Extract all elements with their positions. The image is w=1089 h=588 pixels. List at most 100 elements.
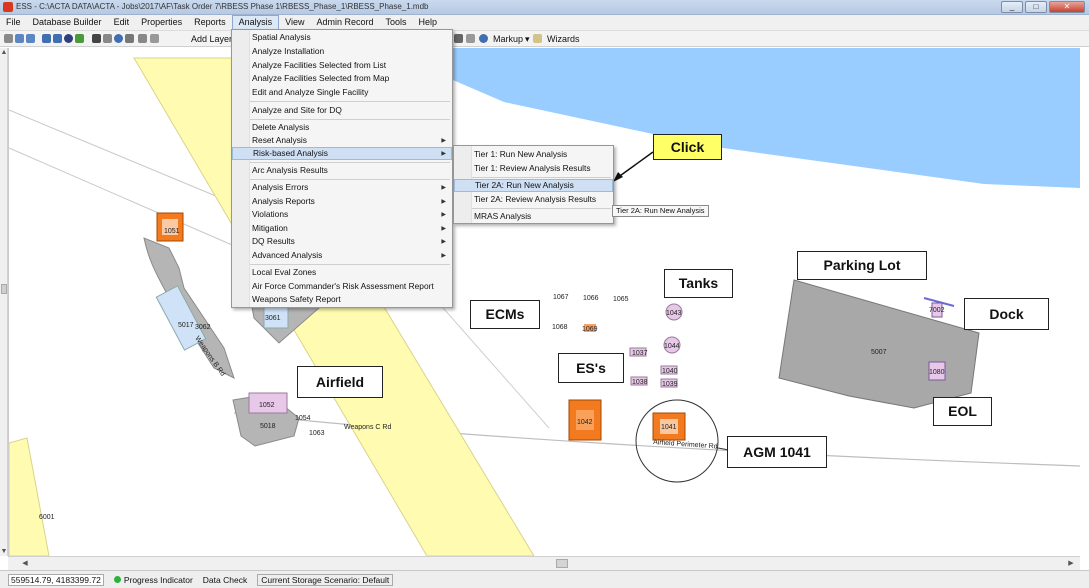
label-1037: 1037 [632, 350, 648, 357]
select-icon[interactable] [103, 34, 112, 43]
label-7002: 7002 [929, 307, 945, 314]
label-1039: 1039 [662, 381, 678, 388]
submenu-arrow-icon: ▶ [441, 199, 446, 205]
window-title: ESS - C:\ACTA DATA\ACTA - Jobs\2017\AF\T… [16, 2, 429, 11]
scroll-up-icon[interactable]: ▲ [0, 48, 8, 57]
globe-icon[interactable] [64, 34, 73, 43]
submenu-item-tier2a-review[interactable]: Tier 2A: Review Analysis Results [454, 193, 613, 206]
window-controls: _ □ ✕ [1001, 1, 1085, 13]
menu-item-reset-analysis[interactable]: Reset Analysis [232, 134, 452, 147]
scroll-right-icon[interactable]: ▶ [1066, 558, 1076, 570]
label-5007: 5007 [871, 349, 887, 356]
minimize-button[interactable]: _ [1001, 1, 1023, 13]
menu-edit[interactable]: Edit [108, 15, 136, 31]
map-canvas[interactable]: 1051 3061 5017 3062 Weapons B Rd 1052 10… [8, 48, 1080, 556]
menu-item-violations[interactable]: Violations [232, 208, 452, 221]
label-1067: 1067 [553, 294, 569, 301]
storage-scenario: Current Storage Scenario: Default [257, 573, 394, 586]
find-icon[interactable] [92, 34, 101, 43]
label-weapons-c-rd: Weapons C Rd [344, 424, 391, 431]
callout-airfield: Airfield [297, 366, 383, 398]
markup-dropdown-icon[interactable]: ▾ [525, 34, 530, 45]
submenu-item-tier1-review[interactable]: Tier 1: Review Analysis Results [454, 162, 613, 175]
menu-separator [250, 101, 450, 102]
measure-icon[interactable] [125, 34, 134, 43]
menu-item-spatial-analysis[interactable]: Spatial Analysis [232, 31, 452, 44]
menu-item-arc-analysis-results[interactable]: Arc Analysis Results [232, 164, 452, 177]
label-3062: 3062 [195, 324, 211, 331]
callout-ess: ES's [558, 353, 624, 383]
menu-properties[interactable]: Properties [135, 15, 188, 31]
full-extent-icon[interactable] [42, 34, 51, 43]
label-1052: 1052 [259, 402, 275, 409]
scroll-left-icon[interactable]: ◀ [20, 558, 30, 570]
zoom-in-icon[interactable] [15, 34, 24, 43]
refresh-icon[interactable] [479, 34, 488, 43]
zoom-out-icon[interactable] [26, 34, 35, 43]
submenu-arrow-icon: ▶ [441, 138, 446, 144]
risk-based-submenu: Tier 1: Run New Analysis Tier 1: Review … [453, 145, 614, 224]
menu-bar: File Database Builder Edit Properties Re… [0, 15, 1089, 31]
copy-icon[interactable] [466, 34, 475, 43]
wizards-button[interactable]: Wizards [547, 34, 580, 44]
submenu-item-tier2a-run[interactable]: Tier 2A: Run New Analysis [454, 179, 613, 192]
submenu-item-tier1-run[interactable]: Tier 1: Run New Analysis [454, 148, 613, 161]
menu-reports[interactable]: Reports [188, 15, 232, 31]
wizard-icon[interactable] [533, 34, 542, 43]
identify-icon[interactable] [150, 34, 159, 43]
callout-ecms: ECMs [470, 300, 540, 329]
maximize-button[interactable]: □ [1025, 1, 1047, 13]
menu-item-edit-analyze-single[interactable]: Edit and Analyze Single Facility [232, 86, 452, 99]
submenu-item-mras-analysis[interactable]: MRAS Analysis [454, 210, 613, 223]
info-icon[interactable] [114, 34, 123, 43]
scroll-down-icon[interactable]: ▼ [0, 547, 8, 556]
menu-item-analyze-from-map[interactable]: Analyze Facilities Selected from Map [232, 72, 452, 85]
menu-item-analyze-installation[interactable]: Analyze Installation [232, 45, 452, 58]
menu-item-analysis-errors[interactable]: Analysis Errors [232, 181, 452, 194]
menu-item-local-eval-zones[interactable]: Local Eval Zones [232, 266, 452, 279]
menu-item-dq-results[interactable]: DQ Results [232, 235, 452, 248]
callout-parking-lot: Parking Lot [797, 251, 927, 280]
grid-icon[interactable] [454, 34, 463, 43]
menu-item-risk-based-analysis[interactable]: Risk-based Analysis [232, 147, 452, 160]
menu-item-delete-analysis[interactable]: Delete Analysis [232, 121, 452, 134]
markup-button[interactable]: Markup [493, 34, 523, 44]
zoom-extent-icon[interactable] [53, 34, 62, 43]
add-layer-button[interactable]: Add Layer [191, 34, 232, 44]
app-icon [3, 2, 13, 12]
menu-item-weapons-safety-report[interactable]: Weapons Safety Report [232, 293, 452, 306]
vertical-scrollbar[interactable]: ▲ ▼ [0, 48, 8, 556]
runway-corner [9, 437, 50, 556]
label-1043: 1043 [666, 310, 682, 317]
menu-separator [472, 177, 611, 178]
menu-item-mitigation[interactable]: Mitigation [232, 222, 452, 235]
submenu-arrow-icon: ▶ [441, 212, 446, 218]
tooltip: Tier 2A: Run New Analysis [612, 205, 709, 217]
label-1080: 1080 [929, 369, 945, 376]
menu-item-analyze-site-dq[interactable]: Analyze and Site for DQ [232, 104, 452, 117]
click-arrow [616, 151, 654, 179]
horizontal-scrollbar[interactable]: ◀ ▶ [8, 556, 1080, 570]
menu-item-advanced-analysis[interactable]: Advanced Analysis [232, 249, 452, 262]
table-icon[interactable] [138, 34, 147, 43]
close-button[interactable]: ✕ [1049, 1, 1085, 13]
click-arrowhead [613, 172, 623, 182]
layer-icon[interactable] [75, 34, 84, 43]
submenu-arrow-icon: ▶ [441, 185, 446, 191]
submenu-arrow-icon: ▶ [441, 226, 446, 232]
callout-tanks: Tanks [664, 269, 733, 298]
pan-icon[interactable] [4, 34, 13, 43]
menu-item-analyze-from-list[interactable]: Analyze Facilities Selected from List [232, 59, 452, 72]
label-5018: 5018 [260, 423, 276, 430]
menu-file[interactable]: File [0, 15, 27, 31]
menu-separator [250, 162, 450, 163]
horizontal-scroll-thumb[interactable] [556, 559, 568, 568]
vertical-scroll-thumb[interactable] [1, 284, 7, 294]
toolbar: Add Layer Markup ▾ Wizards [0, 31, 1089, 47]
menu-item-commander-risk-report[interactable]: Air Force Commander's Risk Assessment Re… [232, 280, 452, 293]
label-1038: 1038 [632, 379, 648, 386]
status-bar: 559514.79, 4183399.72 Progress Indicator… [0, 570, 1089, 588]
data-check[interactable]: Data Check [198, 575, 252, 585]
menu-database-builder[interactable]: Database Builder [27, 15, 108, 31]
menu-item-analysis-reports[interactable]: Analysis Reports [232, 195, 452, 208]
